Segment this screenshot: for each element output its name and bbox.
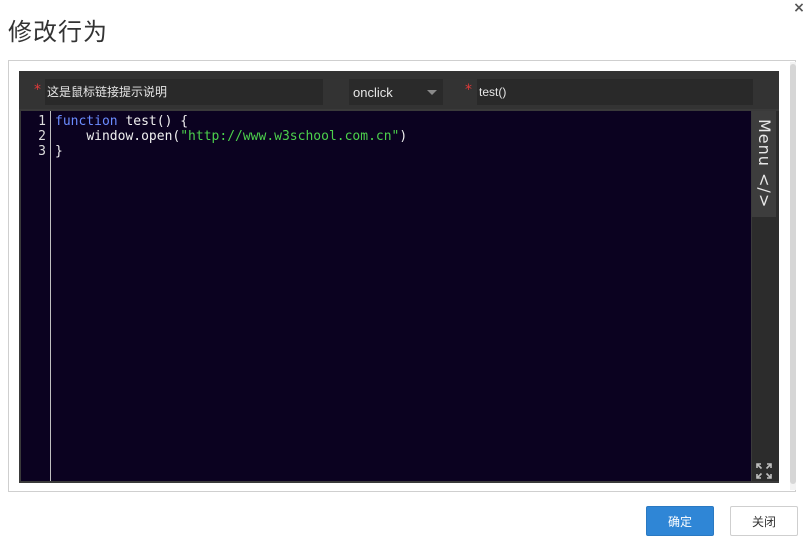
description-field[interactable]: 这是鼠标链接提示说明: [45, 79, 323, 105]
behavior-toolbar: * 这是鼠标链接提示说明 onclick * test(): [19, 71, 779, 109]
event-select-value: onclick: [353, 85, 393, 100]
code-line-2: window.open("http://www.w3school.com.cn"…: [55, 129, 407, 144]
line-number-gutter: 1 2 3: [21, 111, 51, 481]
code-content[interactable]: function test() { window.open("http://ww…: [55, 114, 407, 159]
confirm-button[interactable]: 确定: [646, 506, 714, 536]
close-icon[interactable]: ×: [792, 0, 806, 16]
function-required-marker: *: [465, 82, 472, 98]
code-line-3: }: [55, 144, 63, 159]
code-text: test() {: [117, 114, 189, 129]
expand-icon[interactable]: [756, 463, 772, 479]
code-line-1: function test() {: [55, 114, 188, 129]
line-number: 2: [38, 129, 46, 144]
editor-side-rail: Menu </>: [752, 111, 779, 481]
line-number: 3: [38, 144, 46, 159]
chevron-down-icon: [427, 90, 437, 95]
line-number: 1: [38, 114, 46, 129]
code-string: "http://www.w3school.com.cn": [180, 129, 400, 144]
code-text: window.open(: [86, 129, 181, 144]
code-text: ): [399, 129, 408, 144]
dialog-title: 修改行为: [8, 18, 108, 46]
menu-tab[interactable]: Menu </>: [752, 111, 776, 217]
close-button[interactable]: 关闭: [730, 506, 798, 536]
menu-tab-label: Menu </>: [755, 119, 774, 209]
code-editor[interactable]: 1 2 3 function test() { window.open("htt…: [21, 111, 751, 481]
outer-scrollbar-thumb[interactable]: [790, 64, 796, 484]
code-keyword: function: [55, 114, 118, 129]
description-required-marker: *: [34, 82, 41, 98]
outer-scrollbar[interactable]: [790, 62, 796, 490]
function-field[interactable]: test(): [477, 79, 753, 105]
behavior-editor-panel: * 这是鼠标链接提示说明 onclick * test() 1 2 3 func…: [19, 71, 779, 483]
event-select[interactable]: onclick: [349, 79, 443, 105]
